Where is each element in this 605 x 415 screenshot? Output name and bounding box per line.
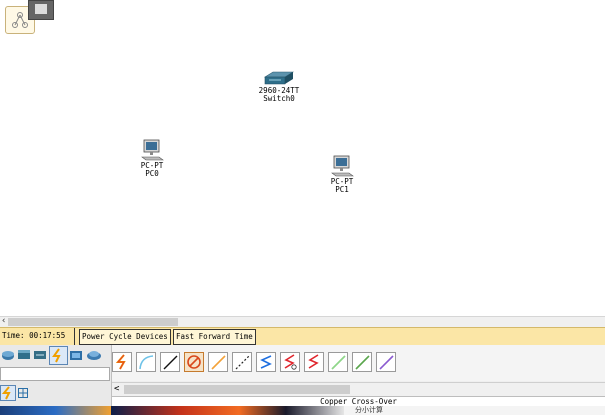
device-pc1[interactable]: PC-PT PC1 [322, 154, 362, 196]
wan-emulation-icon[interactable] [86, 348, 102, 362]
pc-icon [331, 155, 354, 177]
realtime-bar: Time: 00:17:55 Power Cycle Devices Fast … [0, 327, 605, 347]
copper-cross-over-icon[interactable] [184, 352, 204, 372]
copper-straight-through-icon[interactable] [160, 352, 180, 372]
logical-workspace[interactable]: 2960-24TT Switch0 PC-PT PC0 PC-PT PC1 [0, 0, 605, 316]
end-devices-icon[interactable] [69, 348, 83, 362]
timebar-divider [74, 328, 75, 345]
connection-types-panel [112, 345, 605, 381]
scrollbar-thumb[interactable] [8, 318, 178, 326]
connections-scrollbar[interactable]: < [112, 382, 605, 396]
iot-custom-cable-icon[interactable] [352, 352, 372, 372]
router-icon[interactable] [1, 348, 15, 362]
bottom-panel: < Copper Cross-Over 分小计算 [0, 345, 605, 415]
fast-forward-time-button[interactable]: Fast Forward Time [173, 329, 256, 345]
serial-dce-icon[interactable] [280, 352, 300, 372]
automatic-connection-icon[interactable] [112, 352, 132, 372]
connections-icon[interactable] [49, 346, 68, 365]
serial-dte-icon[interactable] [304, 352, 324, 372]
device-switch0[interactable]: 2960-24TT Switch0 [250, 70, 308, 106]
device-name-label: Switch0 [263, 94, 295, 103]
grid-icon[interactable] [18, 388, 28, 398]
viewport-icon[interactable] [28, 0, 54, 20]
time-display: Time: 00:17:55 [2, 331, 66, 340]
connections-icon[interactable] [0, 385, 16, 401]
scroll-left-icon[interactable]: < [114, 384, 119, 394]
console-cable-icon[interactable] [136, 352, 156, 372]
hub-icon[interactable] [33, 348, 47, 362]
switch-icon[interactable] [17, 348, 31, 362]
switch-icon [263, 71, 295, 85]
fiber-icon[interactable] [208, 352, 228, 372]
desktop-background-strip: 分小计算 [0, 406, 605, 415]
octal-cable-icon[interactable] [328, 352, 348, 372]
scroll-left-icon[interactable]: ‹ [1, 316, 6, 326]
device-name-label: PC1 [335, 185, 349, 194]
usb-cable-icon[interactable] [376, 352, 396, 372]
device-name-label: PC0 [145, 169, 159, 178]
pc-icon [141, 139, 164, 161]
device-list-field[interactable] [0, 367, 110, 381]
scrollbar-thumb[interactable] [124, 385, 350, 394]
device-pc0[interactable]: PC-PT PC0 [132, 138, 172, 180]
partial-text: 分小计算 [355, 406, 383, 414]
device-type-panel [0, 345, 112, 415]
power-cycle-devices-button[interactable]: Power Cycle Devices [79, 329, 171, 345]
phone-cable-icon[interactable] [232, 352, 252, 372]
coaxial-icon[interactable] [256, 352, 276, 372]
